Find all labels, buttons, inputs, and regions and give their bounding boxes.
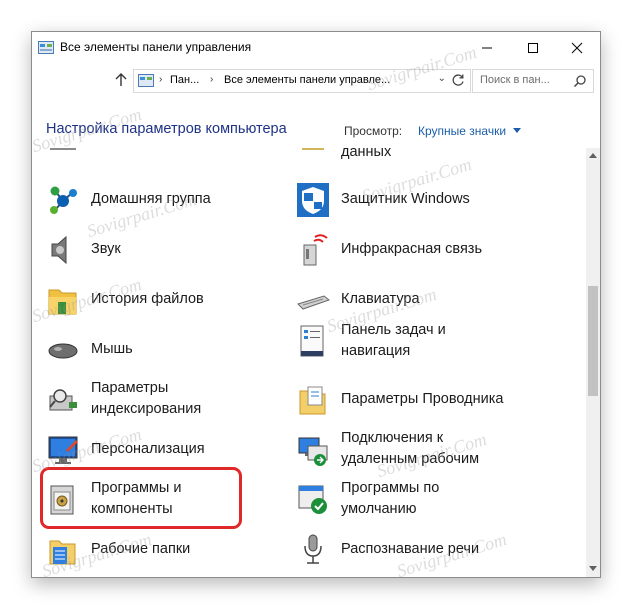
list-item-partial-right[interactable]: данных bbox=[296, 148, 566, 182]
page-title: Настройка параметров компьютера bbox=[46, 121, 287, 137]
item-label: Подключения к bbox=[341, 430, 444, 446]
control-panel-icon bbox=[38, 41, 54, 54]
navigation-bar: › Пан... › Все элементы панели управле..… bbox=[32, 67, 600, 95]
search-box[interactable]: Поиск в пан... bbox=[472, 69, 594, 93]
list-item-default-programs[interactable]: Программы по умолчанию bbox=[296, 480, 566, 528]
homegroup-icon bbox=[50, 186, 77, 214]
item-label: История файлов bbox=[91, 291, 204, 307]
item-label: Звук bbox=[91, 241, 121, 257]
item-label: данных bbox=[341, 148, 392, 160]
search-icon[interactable] bbox=[573, 74, 587, 88]
item-label: Защитник Windows bbox=[341, 191, 470, 207]
list-item-speech-recognition[interactable]: Распознавание речи bbox=[296, 532, 566, 577]
address-dropdown-icon[interactable]: ⌄ bbox=[438, 73, 446, 84]
item-label: Параметры Проводника bbox=[341, 391, 504, 407]
list-item-mouse[interactable]: Мышь bbox=[46, 332, 286, 378]
item-label: умолчанию bbox=[341, 501, 417, 517]
item-label: Распознавание речи bbox=[341, 541, 480, 557]
minimize-button[interactable] bbox=[464, 32, 510, 63]
item-label: удаленным рабочим bbox=[341, 451, 480, 467]
defender-shield-icon bbox=[297, 183, 329, 217]
file-history-icon bbox=[48, 289, 77, 315]
folder-options-icon bbox=[299, 386, 326, 415]
indexing-options-icon bbox=[49, 389, 77, 411]
list-item-homegroup[interactable]: Домашняя группа bbox=[46, 182, 286, 228]
scrollbar-thumb[interactable] bbox=[588, 286, 598, 396]
search-input[interactable]: Поиск в пан... bbox=[480, 74, 550, 86]
breadcrumb-item[interactable]: Пан... bbox=[170, 74, 199, 86]
item-label: Мышь bbox=[91, 341, 133, 357]
list-item-taskbar[interactable]: Панель задач и навигация bbox=[296, 322, 566, 370]
item-label: Параметры bbox=[91, 380, 169, 396]
list-item-work-folders[interactable]: Рабочие папки bbox=[46, 532, 286, 577]
view-by-label: Просмотр: bbox=[344, 124, 403, 138]
title-bar[interactable]: Все элементы панели управления bbox=[32, 32, 600, 63]
breadcrumb-item[interactable]: Все элементы панели управле... bbox=[224, 74, 390, 86]
personalization-icon bbox=[48, 436, 78, 464]
infrared-icon bbox=[303, 234, 328, 266]
remote-desktop-icon bbox=[298, 437, 328, 466]
list-item-remote-connections[interactable]: Подключения к удаленным рабочим bbox=[296, 430, 566, 478]
list-item-sound[interactable]: Звук bbox=[46, 232, 286, 278]
item-label: индексирования bbox=[91, 401, 202, 417]
list-item-defender[interactable]: Защитник Windows bbox=[296, 182, 566, 228]
default-programs-icon bbox=[298, 485, 327, 514]
breadcrumb-separator-icon[interactable]: › bbox=[159, 74, 162, 85]
scroll-down-icon[interactable] bbox=[589, 566, 597, 571]
partial-item-icon bbox=[302, 148, 324, 150]
maximize-icon bbox=[528, 43, 538, 53]
scroll-up-icon[interactable] bbox=[589, 153, 597, 158]
list-item-file-history[interactable]: История файлов bbox=[46, 282, 286, 328]
list-item-infrared[interactable]: Инфракрасная связь bbox=[296, 232, 566, 278]
refresh-icon[interactable] bbox=[450, 72, 466, 88]
item-label: Домашняя группа bbox=[91, 191, 211, 207]
up-arrow-icon[interactable] bbox=[112, 71, 130, 89]
highlight-box bbox=[40, 467, 242, 529]
list-item-partial[interactable] bbox=[46, 148, 286, 182]
item-label: навигация bbox=[341, 343, 411, 359]
item-label: Персонализация bbox=[91, 441, 205, 457]
close-button[interactable] bbox=[554, 32, 600, 63]
partial-item-icon bbox=[50, 148, 76, 150]
work-folders-icon bbox=[49, 540, 76, 565]
list-item-explorer-options[interactable]: Параметры Проводника bbox=[296, 382, 566, 428]
item-label: Клавиатура bbox=[341, 291, 420, 307]
control-panel-icon bbox=[138, 74, 154, 87]
microphone-icon bbox=[304, 534, 322, 564]
item-label: Панель задач и bbox=[341, 322, 446, 338]
item-label: Инфракрасная связь bbox=[341, 241, 483, 257]
list-item-indexing[interactable]: Параметры индексирования bbox=[46, 380, 286, 428]
address-bar[interactable]: › Пан... › Все элементы панели управле..… bbox=[133, 69, 471, 93]
item-label: Рабочие папки bbox=[91, 541, 191, 557]
vertical-scrollbar[interactable] bbox=[586, 148, 600, 577]
chevron-down-icon[interactable] bbox=[513, 128, 521, 133]
item-label: Программы по bbox=[341, 480, 440, 496]
maximize-button[interactable] bbox=[510, 32, 556, 63]
keyboard-icon bbox=[297, 295, 330, 310]
breadcrumb-separator-icon[interactable]: › bbox=[210, 74, 213, 85]
view-by-dropdown[interactable]: Крупные значки bbox=[418, 124, 506, 138]
close-icon bbox=[571, 42, 583, 54]
taskbar-icon bbox=[300, 325, 324, 357]
mouse-icon bbox=[48, 343, 78, 359]
window-title: Все элементы панели управления bbox=[60, 40, 252, 54]
speaker-icon bbox=[51, 235, 67, 265]
minimize-icon bbox=[482, 47, 492, 49]
